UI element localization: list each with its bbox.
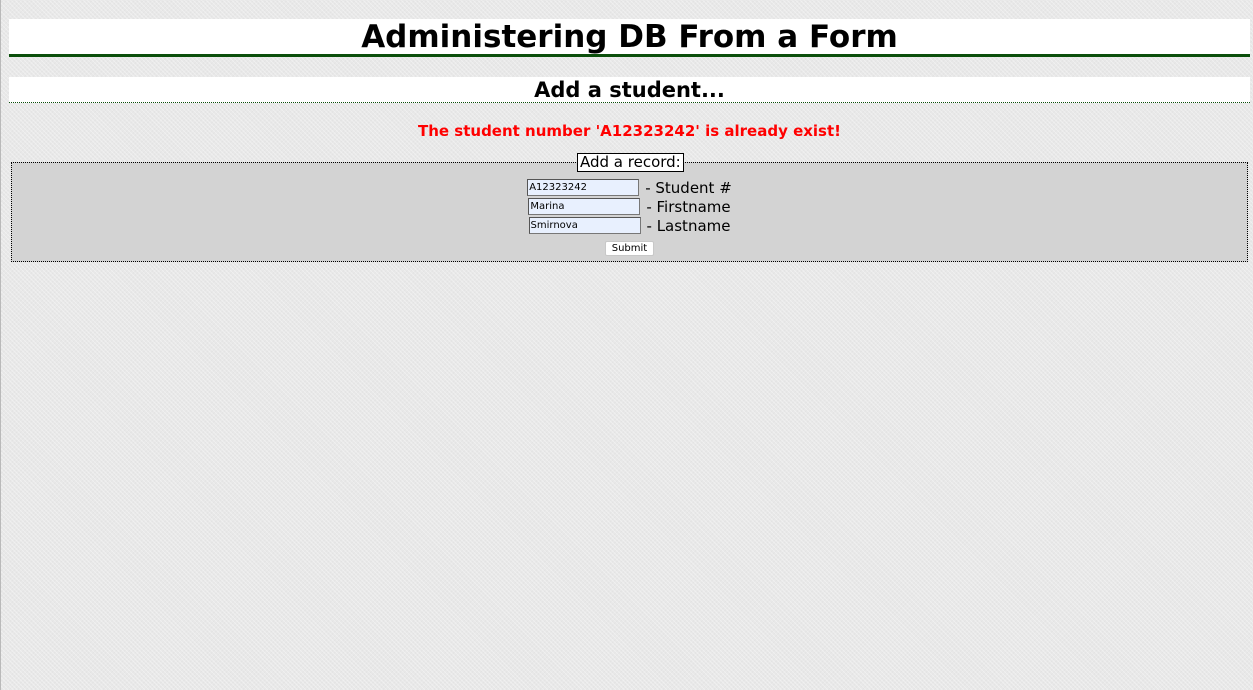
lastname-row: - Lastname xyxy=(9,216,1250,235)
lastname-label: - Lastname xyxy=(646,216,731,235)
lastname-input[interactable] xyxy=(528,217,641,234)
page-title: Administering DB From a Form xyxy=(9,19,1250,57)
firstname-row: - Firstname xyxy=(9,197,1250,216)
student-number-input[interactable] xyxy=(527,179,640,196)
submit-container: Submit xyxy=(9,236,1250,256)
error-message: The student number 'A12323242' is alread… xyxy=(417,122,841,140)
firstname-label: - Firstname xyxy=(646,197,731,216)
student-number-row: - Student # xyxy=(9,178,1250,197)
submit-button[interactable]: Submit xyxy=(604,241,655,256)
firstname-input[interactable] xyxy=(528,198,641,215)
section-title: Add a student... xyxy=(9,77,1250,103)
student-number-label: - Student # xyxy=(645,178,732,197)
fieldset-legend: Add a record: xyxy=(577,153,684,172)
